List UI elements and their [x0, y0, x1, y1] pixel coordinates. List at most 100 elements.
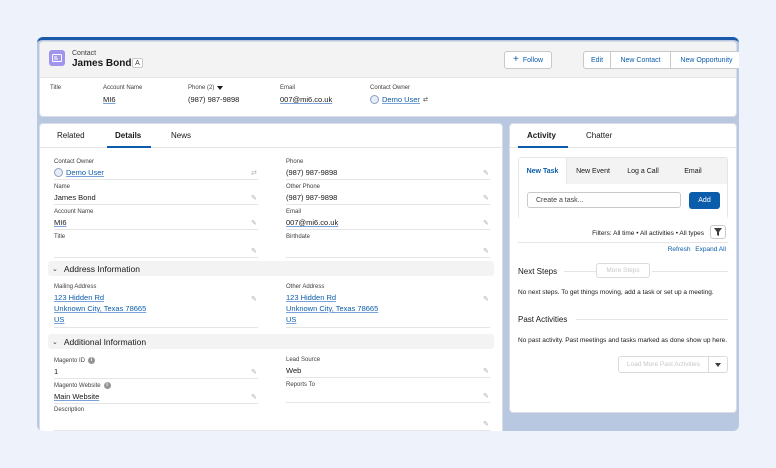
contact-icon	[49, 50, 65, 66]
tab-chatter[interactable]: Chatter	[586, 131, 612, 140]
field-label: Other Phone	[286, 184, 321, 190]
load-more-button[interactable]: Load More Past Activities	[618, 356, 709, 373]
highlight-owner: Contact Owner Demo User ⇄	[370, 85, 428, 104]
field-label: Phone	[286, 159, 304, 165]
address-line: 123 Hidden Rd	[286, 293, 337, 302]
more-steps-button[interactable]: More Steps	[596, 263, 650, 278]
action-buttons: Edit New Contact New Opportunity	[583, 51, 739, 69]
pencil-icon[interactable]: ✎	[251, 220, 258, 227]
info-icon[interactable]: i	[103, 382, 111, 389]
activity-panel: Activity Chatter New Task New Event Log …	[509, 123, 737, 413]
field-label: Contact Owner	[54, 159, 95, 165]
field-account-name: Account Name MI6 ✎	[54, 209, 258, 230]
pencil-icon[interactable]: ✎	[483, 220, 490, 227]
field-phone: Phone (987) 987-9898 ✎	[286, 159, 490, 180]
highlight-owner-label: Contact Owner	[370, 85, 411, 91]
divider	[518, 242, 728, 243]
next-steps-empty: No next steps. To get things moving, add…	[518, 289, 714, 296]
filter-button[interactable]	[710, 225, 726, 239]
refresh-link[interactable]: Refresh	[668, 246, 691, 253]
field-label: Mailing Address	[54, 284, 97, 290]
info-icon[interactable]: i	[88, 357, 96, 364]
new-contact-button[interactable]: New Contact	[611, 51, 671, 69]
address-section-header[interactable]: ⌄ Address Information	[48, 261, 494, 276]
field-other-address: Other Address 123 Hidden Rd Unknown City…	[286, 284, 490, 328]
account-name-link[interactable]: MI6	[54, 218, 258, 227]
field-divider	[54, 229, 258, 230]
detail-tabs: Related Details News	[40, 124, 502, 148]
field-divider	[286, 257, 490, 258]
field-label: Magento Website	[54, 382, 101, 389]
highlight-email-link[interactable]: 007@mi6.co.uk	[280, 95, 332, 104]
pencil-icon[interactable]: ✎	[251, 369, 258, 376]
pencil-icon[interactable]: ✎	[483, 248, 490, 255]
pencil-icon[interactable]: ✎	[483, 170, 490, 177]
email-link[interactable]: 007@mi6.co.uk	[286, 218, 490, 227]
pencil-icon[interactable]: ✎	[483, 296, 490, 303]
pencil-icon[interactable]: ✎	[483, 421, 490, 428]
field-magento-id: Magento ID i 1 ✎	[54, 357, 258, 379]
section-title: Additional Information	[63, 336, 147, 347]
field-name: Name James Bond ✎	[54, 184, 258, 205]
pencil-icon[interactable]: ✎	[251, 248, 258, 255]
field-lead-source: Lead Source Web ✎	[286, 357, 490, 378]
pencil-icon[interactable]: ✎	[251, 394, 258, 401]
highlight-title: Title	[50, 85, 61, 95]
field-magento-website: Magento Website i Main Website ✎	[54, 382, 258, 404]
highlight-owner-link[interactable]: Demo User	[382, 95, 420, 104]
tab-activity[interactable]: Activity	[527, 131, 556, 140]
add-task-button[interactable]: Add	[689, 192, 720, 209]
tab-news[interactable]: News	[171, 131, 191, 140]
highlight-phone-value: (987) 987-9898	[188, 95, 240, 104]
filter-icon	[714, 228, 722, 236]
user-avatar-icon	[370, 95, 379, 104]
follow-button[interactable]: + Follow	[504, 51, 553, 69]
pencil-icon[interactable]: ✎	[483, 393, 490, 400]
divider	[564, 271, 596, 272]
record-type-icon[interactable]: A	[132, 58, 143, 68]
contact-owner-link[interactable]: Demo User	[66, 168, 104, 177]
tab-email[interactable]: Email	[669, 158, 717, 184]
record-header: Contact James Bond A + Follow Edit New C…	[39, 41, 739, 117]
field-mailing-address: Mailing Address 123 Hidden Rd Unknown Ci…	[54, 284, 258, 328]
highlight-phone: Phone (2) (987) 987-9898	[188, 85, 239, 104]
field-label: Email	[286, 209, 302, 215]
tab-log-call[interactable]: Log a Call	[619, 158, 667, 184]
field-divider	[54, 179, 258, 180]
pencil-icon[interactable]: ✎	[483, 368, 490, 375]
mailing-address-link[interactable]: 123 Hidden Rd Unknown City, Texas 78665 …	[54, 292, 258, 325]
field-divider	[286, 179, 490, 180]
other-address-link[interactable]: 123 Hidden Rd Unknown City, Texas 78665 …	[286, 292, 490, 325]
highlight-account-link[interactable]: MI6	[103, 95, 142, 104]
change-owner-icon[interactable]: ⇄	[423, 96, 428, 103]
create-task-input[interactable]: Create a task...	[527, 192, 681, 208]
pencil-icon[interactable]: ✎	[483, 195, 490, 202]
change-owner-icon[interactable]: ⇄	[251, 170, 258, 177]
field-label-row: Magento ID i	[54, 357, 258, 364]
edit-button[interactable]: Edit	[583, 51, 611, 69]
activity-tabs: Activity Chatter	[510, 124, 736, 148]
magento-website-link[interactable]: Main Website	[54, 392, 258, 401]
highlight-email: Email 007@mi6.co.uk	[280, 85, 332, 104]
highlight-account-label: Account Name	[103, 85, 143, 91]
description-value	[54, 416, 490, 428]
field-divider	[54, 403, 258, 404]
field-divider	[286, 377, 490, 378]
load-more-menu-button[interactable]	[709, 356, 728, 373]
tab-details[interactable]: Details	[115, 131, 141, 140]
highlight-phone-label-row[interactable]: Phone (2)	[188, 85, 239, 91]
record-name: James Bond	[72, 58, 132, 69]
pencil-icon[interactable]: ✎	[251, 195, 258, 202]
expand-all-link[interactable]: Expand All	[695, 246, 726, 253]
tab-new-task[interactable]: New Task	[519, 158, 567, 184]
tab-new-event[interactable]: New Event	[569, 158, 617, 184]
field-divider	[54, 327, 258, 328]
activity-composer: New Task New Event Log a Call Email Crea…	[518, 157, 728, 219]
chevron-down-icon: ⌄	[52, 338, 58, 346]
app-frame: Contact James Bond A + Follow Edit New C…	[37, 37, 739, 431]
past-activities-empty: No past activity. Past meetings and task…	[518, 337, 728, 344]
pencil-icon[interactable]: ✎	[251, 296, 258, 303]
tab-related[interactable]: Related	[57, 131, 85, 140]
additional-section-header[interactable]: ⌄ Additional Information	[48, 334, 494, 349]
new-opportunity-button[interactable]: New Opportunity	[671, 51, 739, 69]
